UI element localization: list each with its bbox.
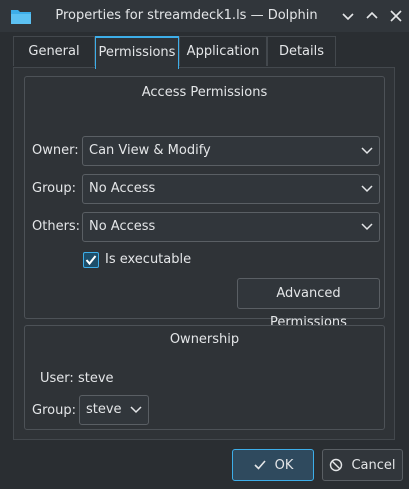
ownership-group-select[interactable]: steve xyxy=(79,395,149,425)
owner-select[interactable]: Can View & Modify xyxy=(82,136,380,166)
group-label: Group: xyxy=(32,181,76,196)
user-label: User: xyxy=(40,371,74,386)
checkmark-icon xyxy=(85,255,97,266)
title-bar: Properties for streamdeck1.ls — Dolphin xyxy=(0,0,409,32)
user-value: steve xyxy=(78,371,114,386)
executable-label: Is executable xyxy=(105,252,192,267)
ok-label: OK xyxy=(274,457,294,473)
tab-details[interactable]: Details xyxy=(267,36,336,66)
cancel-button[interactable]: Cancel xyxy=(322,449,403,481)
window-title: Properties for streamdeck1.ls — Dolphin xyxy=(55,8,318,23)
tab-application[interactable]: Application xyxy=(179,36,267,66)
owner-select-value: Can View & Modify xyxy=(89,143,211,158)
group-select[interactable]: No Access xyxy=(82,174,380,204)
chevron-down-icon xyxy=(361,223,373,231)
ok-button[interactable]: OK xyxy=(232,449,314,481)
ownership-group: Ownership User: steve Group: steve xyxy=(24,325,385,430)
others-select[interactable]: No Access xyxy=(82,212,380,242)
access-permissions-group: Access Permissions Owner: Can View & Mod… xyxy=(24,76,385,330)
tab-bar: General Permissions Application Details xyxy=(13,36,395,69)
chevron-down-icon xyxy=(361,185,373,193)
tab-general[interactable]: General xyxy=(13,36,95,66)
chevron-down-icon xyxy=(361,147,373,155)
ownership-group-value: steve xyxy=(86,402,122,417)
cancel-icon xyxy=(330,458,343,472)
advanced-permissions-button[interactable]: Advanced Permissions xyxy=(237,278,380,330)
checkmark-icon xyxy=(254,460,266,470)
executable-checkbox[interactable] xyxy=(83,252,99,268)
minimize-chevron-down-icon[interactable] xyxy=(340,8,356,24)
cancel-label: Cancel xyxy=(351,457,396,473)
permissions-panel: Access Permissions Owner: Can View & Mod… xyxy=(13,67,395,440)
others-label: Others: xyxy=(32,219,81,234)
owner-label: Owner: xyxy=(32,143,79,158)
chevron-down-icon xyxy=(130,406,142,414)
folder-icon xyxy=(11,10,31,24)
access-permissions-title: Access Permissions xyxy=(141,85,268,100)
group-select-value: No Access xyxy=(89,181,156,196)
ownership-title: Ownership xyxy=(169,332,240,347)
maximize-chevron-up-icon[interactable] xyxy=(364,8,380,24)
ownership-group-label: Group: xyxy=(32,403,76,418)
others-select-value: No Access xyxy=(89,219,156,234)
close-icon[interactable] xyxy=(388,8,404,24)
tab-permissions[interactable]: Permissions xyxy=(95,36,179,69)
